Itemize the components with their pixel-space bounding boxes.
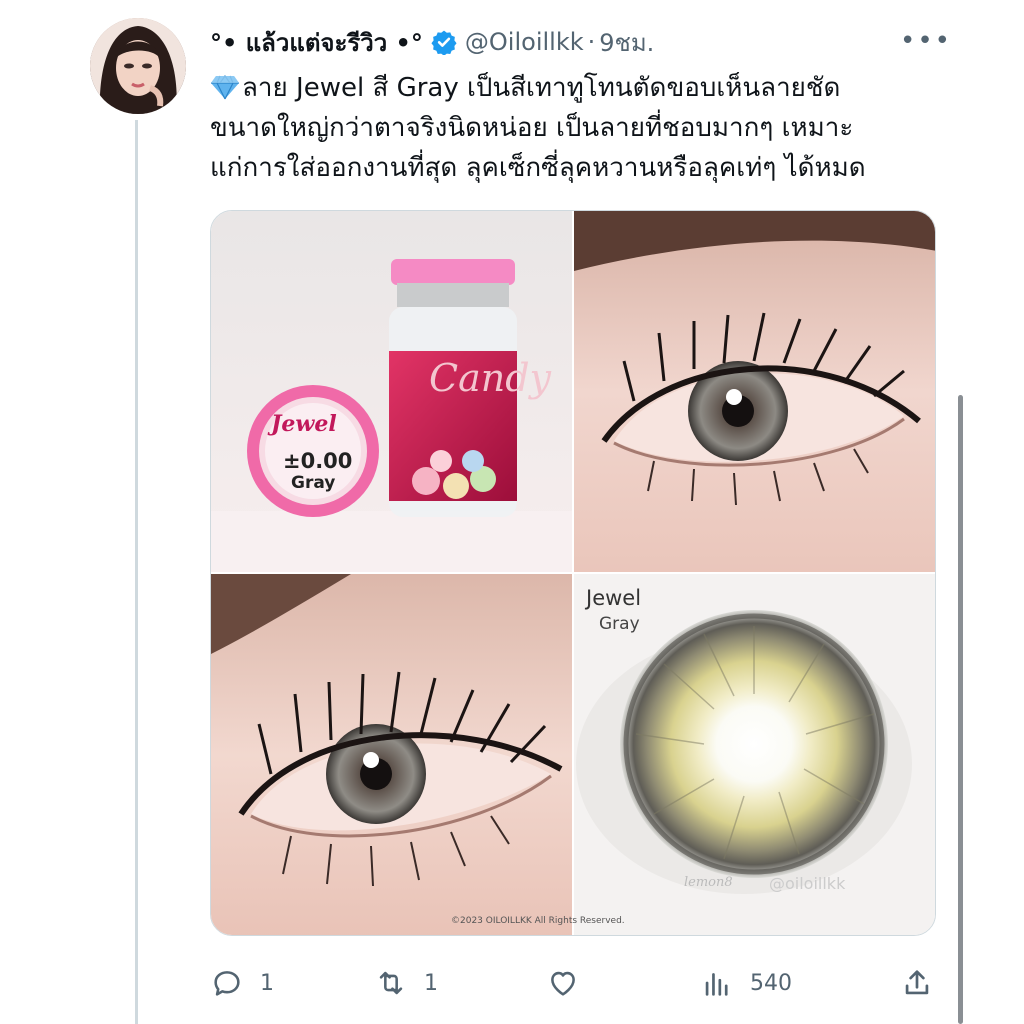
watermark-user: @oiloillkk: [769, 874, 846, 893]
case-power: ±0.00: [283, 449, 353, 473]
tweet-text-line-2: ขนาดใหญ่กว่าตาจริงนิดหน่อย เป็นลายที่ชอบ…: [210, 113, 854, 143]
reply-button[interactable]: 1: [210, 958, 274, 1008]
share-icon: [905, 970, 929, 995]
tweet-text-line-1: ลาย Jewel สี Gray เป็นสีเทาทูโทนตัดขอบเห…: [210, 68, 950, 108]
views-button[interactable]: 540: [700, 958, 792, 1008]
tweet-header: °• แล้วแต่จะรีวิว •° @Oiloillkk · 9ชม.: [210, 24, 654, 60]
tweet-media[interactable]: Candy Jewel ±0.00 Gray Jewel Gray lemon8…: [210, 210, 936, 936]
thread-line: [135, 120, 138, 1024]
tweet-text-line-3: แก่การใส่ออกงานที่สุด ลุคเซ็กซี่ลุคหวานห…: [210, 153, 866, 183]
copyright-text: ©2023 OILOILLKK All Rights Reserved.: [451, 916, 625, 926]
lens-closeup-photo[interactable]: Jewel Gray lemon8 @oiloillkk: [574, 574, 935, 935]
eye-closeup-photo-1[interactable]: [574, 211, 935, 572]
heart-icon: [551, 971, 575, 996]
retweet-count: 1: [424, 970, 438, 996]
tweet-text-line-1-text: ลาย Jewel สี Gray เป็นสีเทาทูโทนตัดขอบเห…: [242, 73, 841, 103]
product-photo[interactable]: Candy Jewel ±0.00 Gray: [211, 211, 572, 572]
bottle-brand: Candy: [429, 356, 551, 400]
scrollbar[interactable]: [958, 395, 963, 1024]
tweet-actions: 1 1 540: [210, 958, 950, 1008]
avatar[interactable]: [90, 18, 186, 114]
like-button[interactable]: [546, 958, 580, 1008]
watermark-app: lemon8: [684, 875, 733, 890]
user-handle[interactable]: @Oiloillkk: [465, 28, 584, 56]
more-options-icon[interactable]: •••: [900, 26, 952, 56]
case-brand: Jewel: [271, 411, 337, 437]
separator: ·: [587, 28, 596, 56]
lens-title: Jewel: [586, 586, 642, 610]
display-name[interactable]: °• แล้วแต่จะรีวิว •°: [210, 23, 423, 62]
case-color: Gray: [291, 473, 336, 493]
views-count: 540: [750, 970, 792, 996]
analytics-icon: [705, 973, 728, 996]
share-button[interactable]: [900, 958, 934, 1008]
verified-badge-icon: [431, 30, 457, 55]
retweet-icon: [379, 971, 403, 995]
timestamp[interactable]: 9ชม.: [599, 23, 654, 62]
reply-icon: [214, 971, 240, 996]
eye-closeup-photo-2[interactable]: [211, 574, 572, 935]
gem-icon: [211, 74, 239, 100]
lens-color: Gray: [599, 614, 640, 634]
retweet-button[interactable]: 1: [374, 958, 438, 1008]
reply-count: 1: [260, 970, 274, 996]
tweet-text: ลาย Jewel สี Gray เป็นสีเทาทูโทนตัดขอบเห…: [210, 68, 950, 188]
